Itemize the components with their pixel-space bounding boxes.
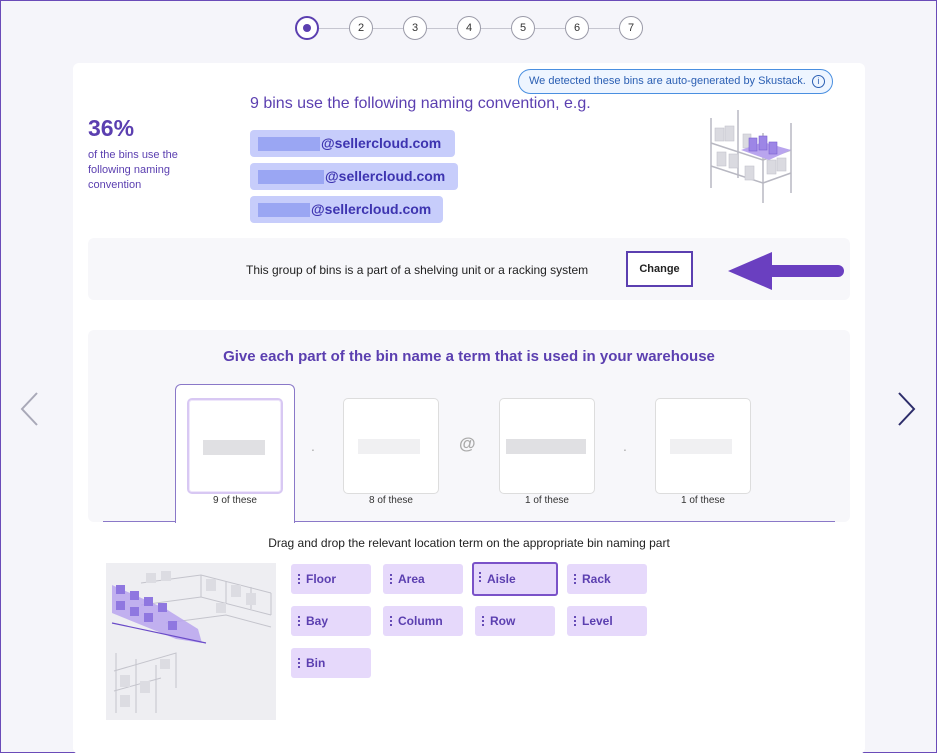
part-placeholder xyxy=(203,440,265,455)
change-button[interactable]: Change xyxy=(626,251,693,287)
drag-instructions: Drag and drop the relevant location term… xyxy=(268,536,670,550)
step-connector xyxy=(427,27,457,29)
step-connector xyxy=(535,27,565,29)
part-placeholder xyxy=(358,439,420,454)
term-chip-row[interactable]: Row xyxy=(475,606,555,636)
drag-handle-icon[interactable] xyxy=(479,571,481,583)
example-suffix: @sellercloud.com xyxy=(311,201,432,217)
previous-arrow-icon[interactable] xyxy=(19,391,41,432)
bin-terms-area: Give each part of the bin name a term th… xyxy=(88,330,850,523)
separator: . xyxy=(311,438,315,454)
step-connector xyxy=(319,27,349,29)
step-1[interactable] xyxy=(295,16,319,40)
info-icon[interactable]: i xyxy=(811,75,825,88)
step-connector xyxy=(481,27,511,29)
part-count: 8 of these xyxy=(369,495,413,506)
term-chip-floor[interactable]: Floor xyxy=(291,564,371,594)
term-chip-rack[interactable]: Rack xyxy=(567,564,647,594)
bin-part-slot[interactable] xyxy=(343,398,439,494)
drag-handle-icon[interactable] xyxy=(574,615,576,627)
bin-part-slot[interactable] xyxy=(187,398,283,494)
part-placeholder xyxy=(670,439,732,454)
chip-label: Area xyxy=(398,572,425,586)
warehouse-illustration xyxy=(106,563,276,720)
example-suffix: @sellercloud.com xyxy=(325,168,446,184)
terms-title: Give each part of the bin name a term th… xyxy=(223,348,715,365)
term-chip-aisle[interactable]: Aisle xyxy=(472,562,558,596)
percent-value: 36% xyxy=(88,115,135,141)
step-3[interactable]: 3 xyxy=(403,16,427,40)
example-bin-name: @sellercloud.com xyxy=(250,196,443,223)
chip-label: Bin xyxy=(306,656,326,670)
pointer-arrow-icon xyxy=(726,248,846,303)
step-4[interactable]: 4 xyxy=(457,16,481,40)
chip-label: Rack xyxy=(582,572,611,586)
term-chip-bin[interactable]: Bin xyxy=(291,648,371,678)
chip-label: Bay xyxy=(306,614,329,628)
bin-part-slot[interactable] xyxy=(499,398,595,494)
auto-generated-notice: We detected these bins are auto-generate… xyxy=(518,69,833,94)
drag-handle-icon[interactable] xyxy=(298,615,300,627)
drag-handle-icon[interactable] xyxy=(390,573,392,585)
group-description: This group of bins is a part of a shelvi… xyxy=(246,263,589,277)
chip-label: Row xyxy=(490,614,516,628)
redacted-mask xyxy=(258,137,320,152)
step-6[interactable]: 6 xyxy=(565,16,589,40)
bin-part-slot[interactable] xyxy=(655,398,751,494)
part-count: 9 of these xyxy=(213,495,257,506)
redacted-mask xyxy=(258,203,310,218)
shelving-unit-illustration xyxy=(703,108,803,208)
redacted-mask xyxy=(258,170,324,185)
drag-handle-icon[interactable] xyxy=(298,573,300,585)
naming-convention-title: 9 bins use the following naming conventi… xyxy=(250,95,591,112)
drag-handle-icon[interactable] xyxy=(390,615,392,627)
step-connector xyxy=(589,27,619,29)
term-chip-bay[interactable]: Bay xyxy=(291,606,371,636)
next-arrow-icon[interactable] xyxy=(895,391,917,432)
separator: @ xyxy=(459,434,476,453)
example-suffix: @sellercloud.com xyxy=(321,135,442,151)
part-count: 1 of these xyxy=(525,495,569,506)
step-7[interactable]: 7 xyxy=(619,16,643,40)
example-bin-name: @sellercloud.com xyxy=(250,130,455,157)
notice-text: We detected these bins are auto-generate… xyxy=(529,75,806,87)
drag-handle-icon[interactable] xyxy=(482,615,484,627)
step-2[interactable]: 2 xyxy=(349,16,373,40)
term-chip-level[interactable]: Level xyxy=(567,606,647,636)
chip-label: Column xyxy=(398,614,443,628)
separator: . xyxy=(623,438,627,454)
term-chip-column[interactable]: Column xyxy=(383,606,463,636)
group-info-bar: This group of bins is a part of a shelvi… xyxy=(88,238,850,300)
drag-handle-icon[interactable] xyxy=(574,573,576,585)
chip-label: Floor xyxy=(306,572,336,586)
chip-label: Aisle xyxy=(487,572,516,586)
example-bin-name: @sellercloud.com xyxy=(250,163,458,190)
app-frame: 2 3 4 5 6 7 We detected these bins are a… xyxy=(0,0,937,753)
stepper: 2 3 4 5 6 7 xyxy=(295,16,643,40)
drag-handle-icon[interactable] xyxy=(298,657,300,669)
part-placeholder xyxy=(506,439,586,454)
part-count: 1 of these xyxy=(681,495,725,506)
main-card: We detected these bins are auto-generate… xyxy=(73,63,865,753)
step-connector xyxy=(373,27,403,29)
term-chip-area[interactable]: Area xyxy=(383,564,463,594)
chip-label: Level xyxy=(582,614,613,628)
step-5[interactable]: 5 xyxy=(511,16,535,40)
percent-description: of the bins use the following naming con… xyxy=(88,149,178,191)
